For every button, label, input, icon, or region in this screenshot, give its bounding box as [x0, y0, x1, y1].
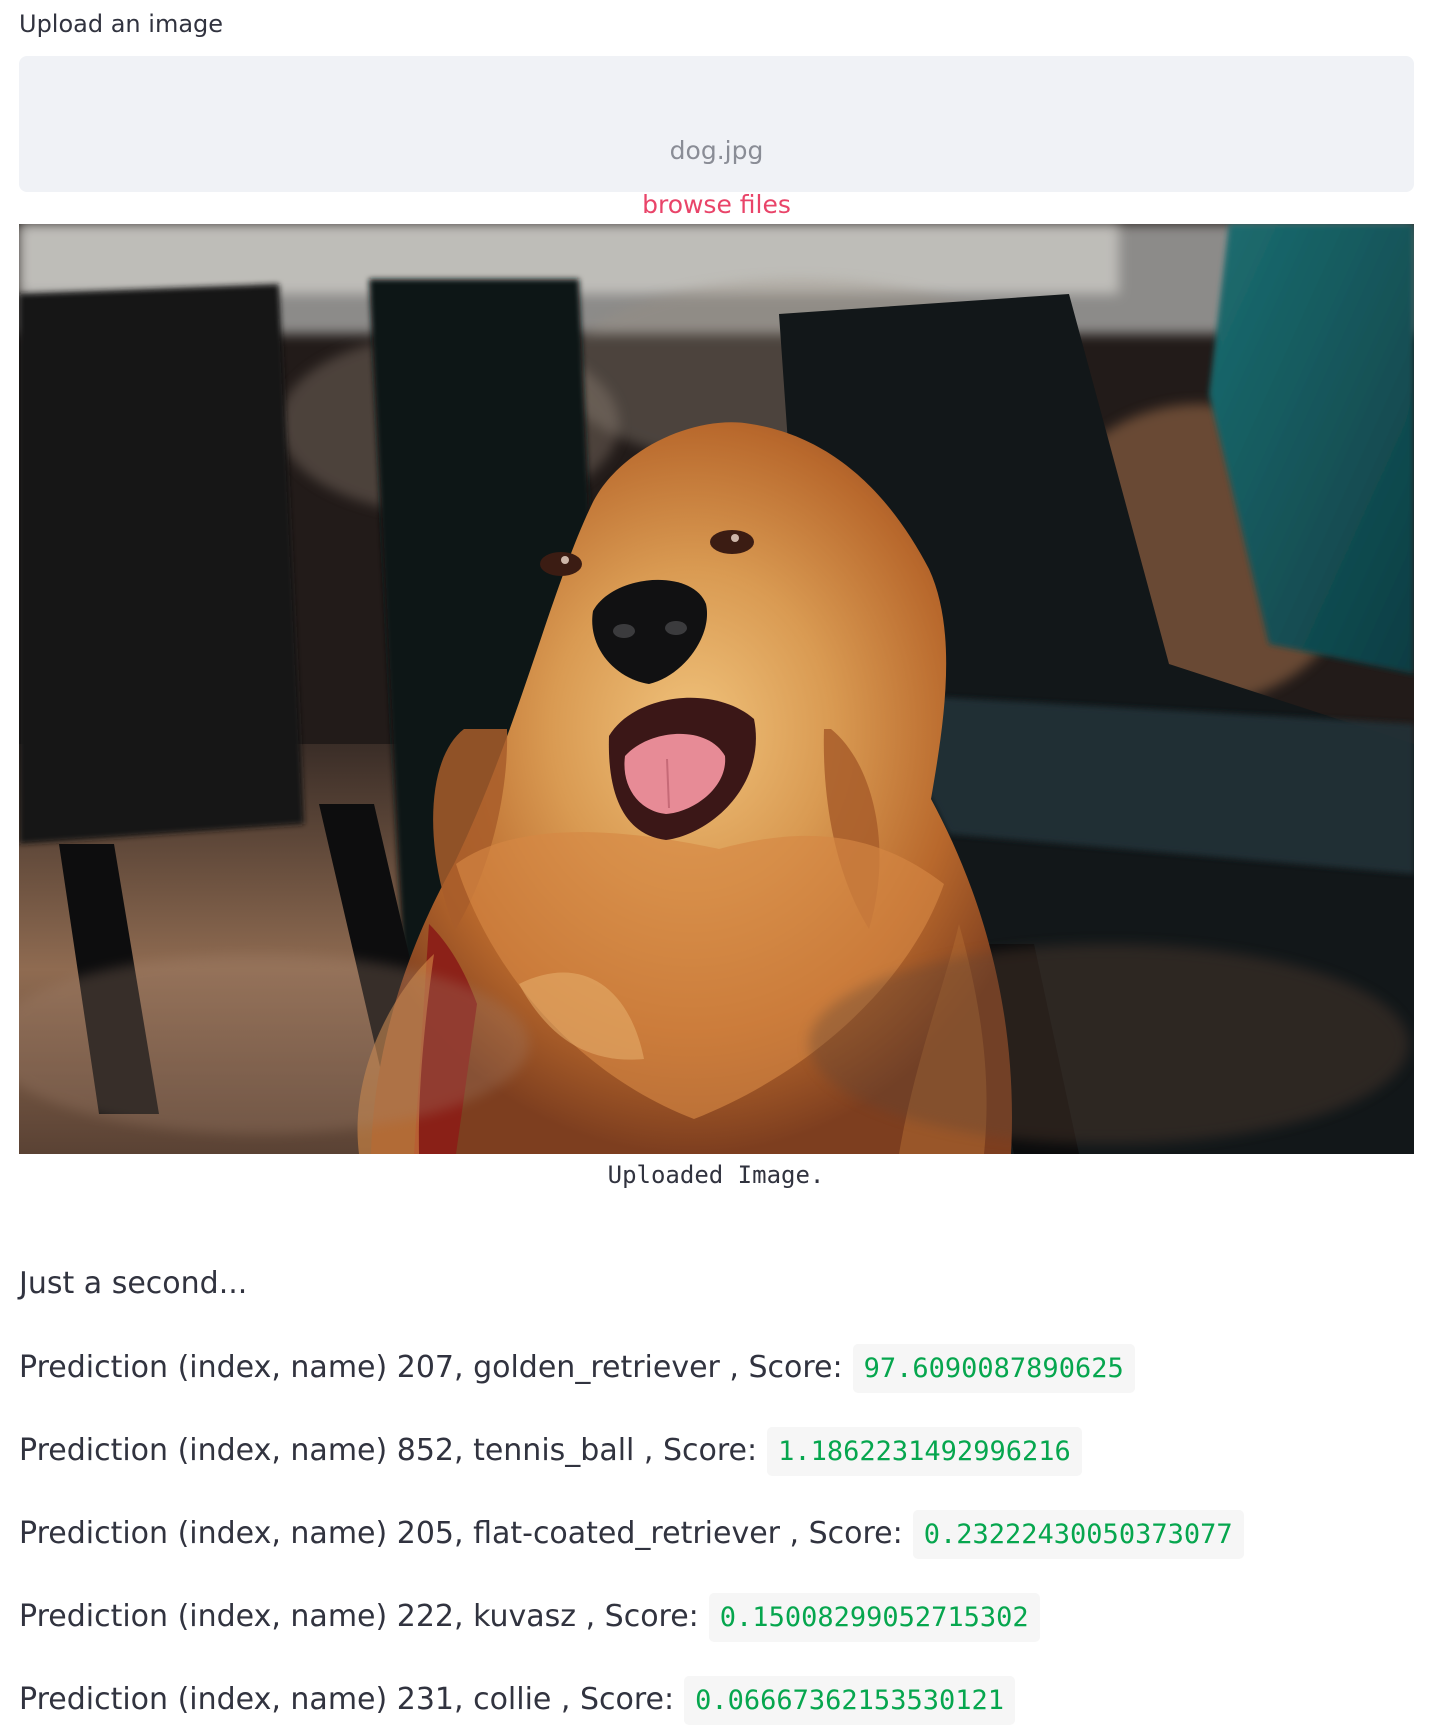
- file-upload-dropzone[interactable]: dog.jpg browse files: [19, 56, 1414, 219]
- prediction-score: 0.06667362153530121: [684, 1675, 1015, 1725]
- image-caption: Uploaded Image.: [607, 1161, 825, 1189]
- app-page: Upload an image dog.jpg browse files Upl…: [0, 0, 1443, 1733]
- uploaded-image: [19, 224, 1414, 1154]
- prediction-text: Prediction (index, name) 207, golden_ret…: [19, 1350, 843, 1385]
- prediction-score: 97.6090087890625: [852, 1343, 1135, 1393]
- prediction-row: Prediction (index, name) 222, kuvasz , S…: [19, 1591, 1040, 1643]
- prediction-text: Prediction (index, name) 852, tennis_bal…: [19, 1433, 758, 1468]
- prediction-score: 0.15008299052715302: [708, 1592, 1040, 1642]
- uploaded-file-name: dog.jpg: [669, 136, 764, 165]
- prediction-text: Prediction (index, name) 205, flat-coate…: [19, 1516, 903, 1551]
- prediction-row: Prediction (index, name) 852, tennis_bal…: [19, 1425, 1082, 1477]
- prediction-score: 1.1862231492996216: [767, 1426, 1082, 1476]
- upload-label: Upload an image: [19, 10, 224, 38]
- prediction-text: Prediction (index, name) 222, kuvasz , S…: [19, 1599, 699, 1634]
- status-message: Just a second...: [19, 1266, 248, 1301]
- golden-retriever-photo: [19, 224, 1414, 1154]
- prediction-row: Prediction (index, name) 205, flat-coate…: [19, 1508, 1244, 1560]
- browse-files-link[interactable]: browse files: [19, 188, 1414, 222]
- prediction-text: Prediction (index, name) 231, collie , S…: [19, 1682, 675, 1717]
- prediction-row: Prediction (index, name) 207, golden_ret…: [19, 1342, 1135, 1394]
- prediction-score: 0.23222430050373077: [912, 1509, 1244, 1559]
- prediction-row: Prediction (index, name) 231, collie , S…: [19, 1674, 1015, 1726]
